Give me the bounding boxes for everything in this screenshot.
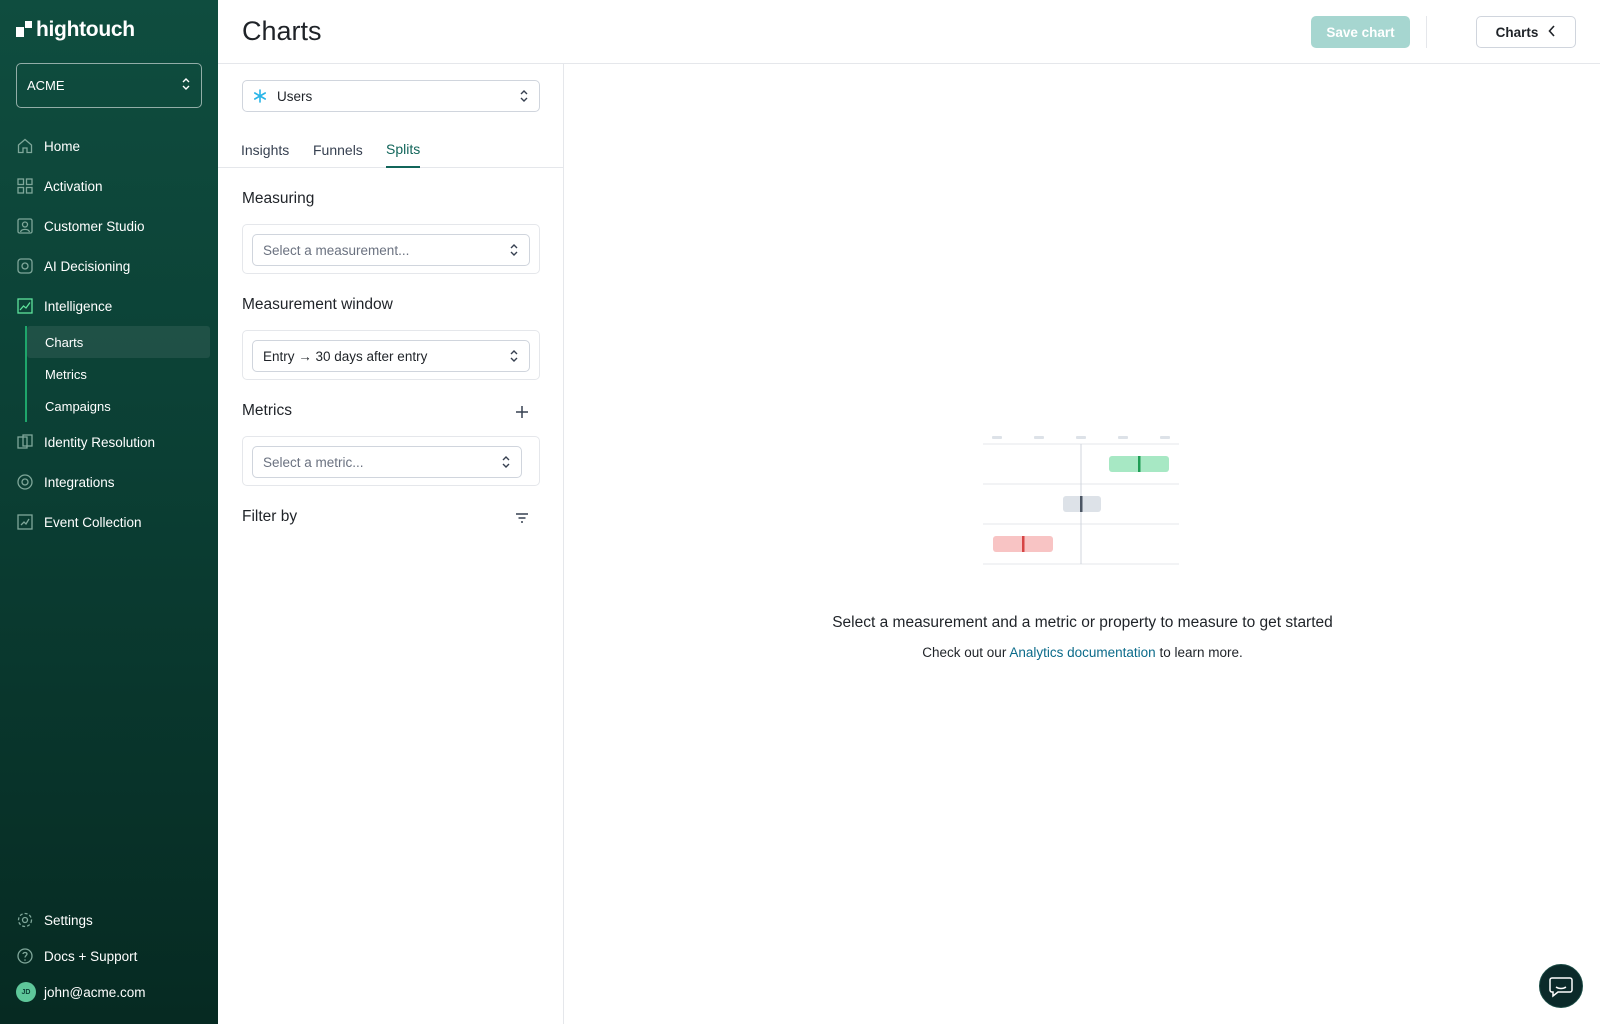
hightouch-logo-icon <box>16 21 32 39</box>
user-menu[interactable]: JD john@acme.com <box>0 974 218 1010</box>
avatar: JD <box>16 982 36 1002</box>
charts-panel-toggle-button[interactable]: Charts <box>1476 16 1576 48</box>
page-header: Charts Save chart Charts <box>218 0 1600 64</box>
add-metric-button[interactable] <box>512 402 532 422</box>
nav-item-docs-support[interactable]: Docs + Support <box>0 938 218 974</box>
empty-state-title: Select a measurement and a metric or pro… <box>832 614 1333 631</box>
filter-icon <box>516 513 528 523</box>
page-title: Charts <box>242 16 322 46</box>
measurement-placeholder: Select a measurement... <box>263 242 410 258</box>
measurement-window-value: Entry → 30 days after entry <box>263 348 428 364</box>
nav-item-integrations[interactable]: Integrations <box>0 462 218 502</box>
metric-placeholder: Select a metric... <box>263 454 364 470</box>
chart-icon <box>16 297 34 315</box>
tab-funnels[interactable]: Funnels <box>313 132 363 168</box>
filter-by-label: Filter by <box>242 508 298 525</box>
splits-empty-illustration <box>983 436 1179 565</box>
save-chart-button[interactable]: Save chart <box>1311 16 1410 48</box>
brand-logo[interactable]: hightouch <box>16 18 135 42</box>
nav-label: Docs + Support <box>44 948 138 964</box>
chart-type-tabs: Insights Funnels Splits <box>218 132 564 168</box>
measuring-label: Measuring <box>242 190 315 207</box>
measuring-box: Select a measurement... <box>242 224 540 274</box>
user-email: john@acme.com <box>44 984 146 1000</box>
nav-item-settings[interactable]: Settings <box>0 902 218 938</box>
parent-model-value: Users <box>277 88 313 104</box>
intelligence-subnav: Charts Metrics Campaigns <box>25 326 218 422</box>
nav-label: Activation <box>44 178 103 194</box>
workspace-selector[interactable]: ACME <box>16 63 202 108</box>
snowflake-icon <box>253 89 267 103</box>
chevron-up-down-icon <box>519 89 529 103</box>
sidebar: hightouch ACME Home Activation Customer … <box>0 0 218 1024</box>
chevron-up-down-icon <box>501 455 511 469</box>
metric-select[interactable]: Select a metric... <box>252 446 522 478</box>
ai-icon <box>16 257 34 275</box>
metrics-label: Metrics <box>242 402 292 419</box>
chart-config-panel: Users Insights Funnels Splits Measuring … <box>218 64 564 1024</box>
nav-item-ai-decisioning[interactable]: AI Decisioning <box>0 246 218 286</box>
tab-splits[interactable]: Splits <box>386 132 421 168</box>
header-divider <box>1426 16 1427 48</box>
support-chat-button[interactable] <box>1539 964 1583 1008</box>
filter-button[interactable] <box>512 508 532 528</box>
help-circle-icon <box>16 947 34 965</box>
plus-icon <box>516 406 528 418</box>
sidebar-footer: Settings Docs + Support JD john@acme.com <box>0 902 218 1010</box>
parent-model-select[interactable]: Users <box>242 80 540 112</box>
identity-icon <box>16 433 34 451</box>
metrics-box: Select a metric... <box>242 436 540 486</box>
measurement-window-box: Entry → 30 days after entry <box>242 330 540 380</box>
chart-canvas: Select a measurement and a metric or pro… <box>565 64 1600 1024</box>
nav-item-activation[interactable]: Activation <box>0 166 218 206</box>
grid-icon <box>16 177 34 195</box>
nav-label: Intelligence <box>44 298 113 314</box>
nav-item-event-collection[interactable]: Event Collection <box>0 502 218 542</box>
home-icon <box>16 137 34 155</box>
gear-icon <box>16 911 34 929</box>
chat-bubble-icon <box>1549 977 1573 998</box>
nav-label: Integrations <box>44 474 115 490</box>
nav-label: AI Decisioning <box>44 258 131 274</box>
brand-name: hightouch <box>36 18 135 41</box>
measurement-window-select[interactable]: Entry → 30 days after entry <box>252 340 530 372</box>
subnav-item-campaigns[interactable]: Campaigns <box>27 390 210 422</box>
nav-item-intelligence[interactable]: Intelligence <box>0 286 218 326</box>
nav-label: Customer Studio <box>44 218 145 234</box>
chevron-up-down-icon <box>509 243 519 257</box>
chevron-up-down-icon <box>509 349 519 363</box>
chevron-left-icon <box>1548 24 1556 40</box>
nav-item-home[interactable]: Home <box>0 126 218 166</box>
tab-insights[interactable]: Insights <box>241 132 289 168</box>
nav-item-identity-resolution[interactable]: Identity Resolution <box>0 422 218 462</box>
chevron-up-down-icon <box>181 77 191 94</box>
nav-label: Home <box>44 138 81 154</box>
nav-label: Identity Resolution <box>44 434 156 450</box>
analytics-docs-link[interactable]: Analytics documentation <box>1009 645 1155 660</box>
nav-label: Event Collection <box>44 514 142 530</box>
nav-label: Settings <box>44 912 93 928</box>
nav-item-customer-studio[interactable]: Customer Studio <box>0 206 218 246</box>
subnav-item-charts[interactable]: Charts <box>27 326 210 358</box>
subnav-item-metrics[interactable]: Metrics <box>27 358 210 390</box>
event-icon <box>16 513 34 531</box>
charts-button-label: Charts <box>1495 24 1539 40</box>
empty-state-subtitle: Check out our Analytics documentation to… <box>565 645 1600 660</box>
workspace-name: ACME <box>27 78 65 93</box>
measurement-select[interactable]: Select a measurement... <box>252 234 530 266</box>
user-square-icon <box>16 217 34 235</box>
main-nav: Home Activation Customer Studio AI Decis… <box>0 126 218 542</box>
integrations-icon <box>16 473 34 491</box>
measurement-window-label: Measurement window <box>242 296 393 313</box>
empty-state-prefix: Check out our <box>922 645 1007 660</box>
empty-state-suffix: to learn more. <box>1159 645 1243 660</box>
